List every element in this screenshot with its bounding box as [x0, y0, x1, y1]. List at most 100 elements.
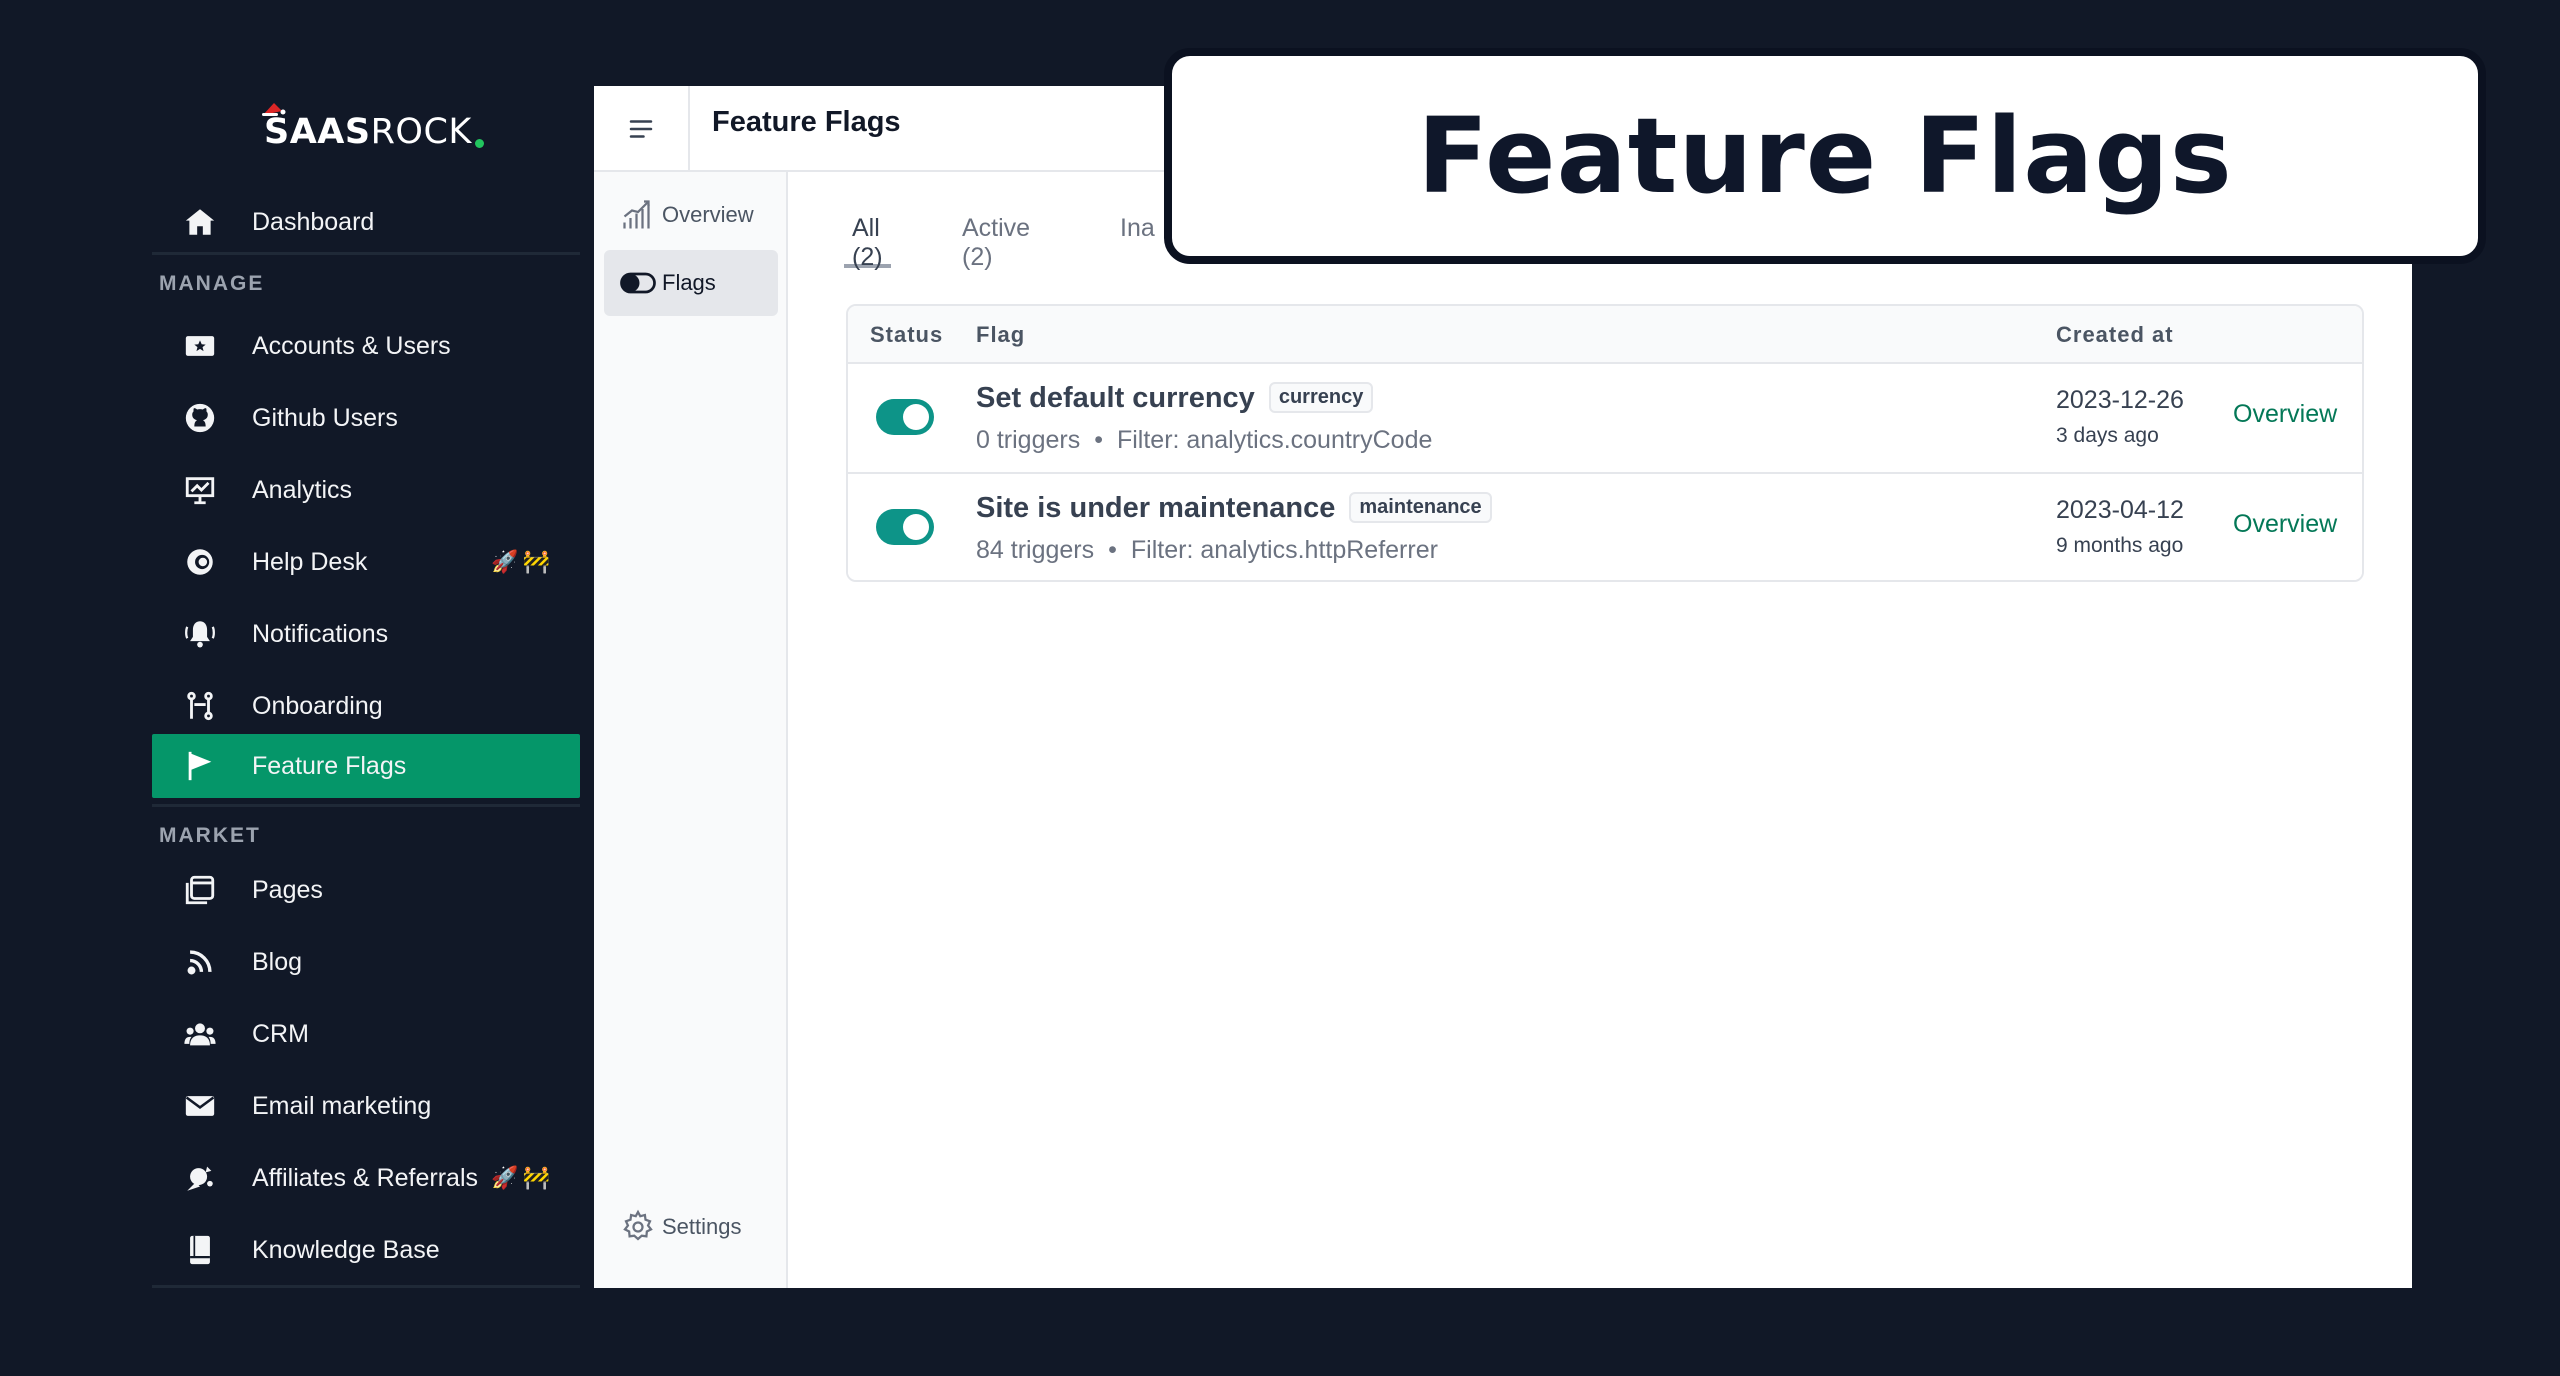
table-row: Set default currency currency 0 triggers •…: [848, 364, 2362, 472]
section-label-manage: MANAGE: [159, 272, 265, 295]
onboarding-flow-icon: [178, 684, 222, 728]
sidebar-item-label: Notifications: [252, 619, 389, 648]
sidebar-item-label: Github Users: [252, 403, 398, 432]
sidebar: SAAS ROCK Dashboard MANAGE Accounts & Us…: [152, 84, 580, 1288]
logo-bold-text: SAAS: [264, 112, 371, 152]
saasrock-logo[interactable]: SAAS ROCK: [262, 103, 484, 154]
sidebar-item-label: Affiliates & Referrals: [252, 1163, 479, 1192]
flag-enabled-toggle[interactable]: [876, 509, 934, 545]
sidebar-item-label: Pages: [252, 875, 323, 904]
created-relative: 9 months ago: [2056, 534, 2184, 557]
sidebar-divider: [152, 804, 580, 807]
flag-meta: 0 triggers • Filter: analytics.countryCode: [976, 426, 1432, 455]
wip-emoji-badge: 🚀🚧: [491, 549, 554, 574]
flag-icon: [178, 744, 222, 788]
sidebar-item-onboarding[interactable]: Onboarding: [152, 674, 580, 738]
flag-name: Set default currency: [976, 382, 1255, 414]
section-label-market: MARKET: [159, 824, 261, 847]
sidebar-item-knowledge-base[interactable]: Knowledge Base: [152, 1218, 580, 1282]
flag-enabled-toggle[interactable]: [876, 399, 934, 435]
help-desk-icon: [178, 540, 222, 584]
flag-filter: Filter: analytics.httpReferrer: [1130, 536, 1438, 564]
column-header-status: Status: [870, 322, 944, 347]
sidebar-item-feature-flags[interactable]: Feature Flags: [152, 734, 580, 798]
trigger-count: 0 triggers: [976, 426, 1081, 454]
overlay-title: Feature Flags: [1417, 95, 2233, 217]
tab-all[interactable]: All (2): [844, 214, 891, 271]
column-header-flag: Flag: [976, 322, 1026, 347]
wip-emoji-badge: 🚀🚧: [491, 1165, 554, 1190]
subnav-item-label: Flags: [662, 270, 716, 295]
flag-meta: 84 triggers • Filter: analytics.httpReferr…: [976, 536, 1438, 565]
book-icon: [178, 1228, 222, 1272]
hamburger-menu-icon: [629, 120, 653, 138]
santa-hat-icon: [262, 103, 286, 116]
rss-icon: [178, 940, 222, 984]
home-icon: [178, 200, 222, 244]
toggle-knob: [903, 404, 929, 430]
table-row: Site is under maintenance maintenance 84 …: [848, 472, 2362, 580]
envelope-icon: [178, 1084, 222, 1128]
github-icon: [178, 396, 222, 440]
sidebar-item-label: Dashboard: [252, 207, 375, 236]
users-group-icon: [178, 1012, 222, 1056]
table-header: Status Flag Created at: [848, 306, 2362, 364]
sidebar-item-notifications[interactable]: Notifications: [152, 602, 580, 666]
sidebar-item-label: Feature Flags: [252, 751, 407, 780]
page-title: Feature Flags: [712, 106, 901, 138]
subnav-item-label: Overview: [662, 202, 754, 227]
sidebar-item-label: Analytics: [252, 475, 353, 504]
sidebar-item-label: Blog: [252, 947, 303, 976]
sidebar-item-analytics[interactable]: Analytics: [152, 458, 580, 522]
tab-inactive[interactable]: Ina: [1112, 214, 1163, 268]
subnav-item-label: Settings: [662, 1214, 742, 1239]
flag-name: Site is under maintenance: [976, 492, 1336, 524]
flag-key-badge: currency: [1268, 382, 1374, 413]
created-date: 2023-12-26: [2056, 386, 2184, 414]
sidebar-item-pages[interactable]: Pages: [152, 858, 580, 922]
sidebar-item-label: Help Desk: [252, 547, 368, 576]
logo-regular-text: ROCK: [370, 112, 472, 152]
sidebar-divider: [152, 252, 580, 255]
trigger-count: 84 triggers: [976, 536, 1095, 564]
sidebar-item-dashboard[interactable]: Dashboard: [152, 190, 580, 254]
column-header-created: Created at: [2056, 322, 2174, 347]
subnav-item-settings[interactable]: Settings: [604, 1194, 778, 1260]
sidebar-item-label: CRM: [252, 1019, 309, 1048]
created-date: 2023-04-12: [2056, 496, 2184, 524]
sidebar-item-label: Email marketing: [252, 1091, 432, 1120]
sidebar-item-blog[interactable]: Blog: [152, 930, 580, 994]
sidebar-item-help-desk[interactable]: Help Desk 🚀🚧: [152, 530, 580, 594]
subnav-item-flags[interactable]: Flags: [604, 250, 778, 316]
sidebar-item-label: Onboarding: [252, 691, 383, 720]
flags-table: Status Flag Created at Set default curre…: [846, 304, 2364, 582]
toggle-knob: [903, 514, 929, 540]
overview-link[interactable]: Overview: [2233, 510, 2337, 539]
sidebar-item-email-marketing[interactable]: Email marketing: [152, 1074, 580, 1138]
sidebar-item-affiliates-referrals[interactable]: Affiliates & Referrals 🚀🚧: [152, 1146, 580, 1210]
sidebar-item-accounts-users[interactable]: Accounts & Users: [152, 314, 580, 378]
bell-ringing-icon: [178, 612, 222, 656]
id-card-star-icon: [178, 324, 222, 368]
pages-icon: [178, 868, 222, 912]
sidebar-item-github-users[interactable]: Github Users: [152, 386, 580, 450]
meta-separator: •: [1108, 536, 1117, 564]
logo-dot: [474, 139, 484, 148]
flag-title[interactable]: Site is under maintenance maintenance: [976, 492, 1492, 525]
overlay-title-card: Feature Flags: [1164, 48, 2486, 264]
overview-link[interactable]: Overview: [2233, 400, 2337, 429]
gear-icon: [618, 1207, 658, 1247]
meta-separator: •: [1094, 426, 1103, 454]
toggle-icon: [618, 263, 658, 303]
feature-flags-subnav: Overview Flags Settings: [594, 172, 788, 1288]
sidebar-item-label: Knowledge Base: [252, 1235, 440, 1264]
subnav-item-overview[interactable]: Overview: [604, 182, 778, 248]
sidebar-item-crm[interactable]: CRM: [152, 1002, 580, 1066]
flag-key-badge: maintenance: [1349, 492, 1492, 523]
flag-title[interactable]: Set default currency currency: [976, 382, 1374, 415]
menu-toggle-button[interactable]: [594, 86, 690, 172]
tab-active[interactable]: Active (2): [954, 214, 1038, 271]
presentation-chart-icon: [178, 468, 222, 512]
affiliates-icon: [178, 1156, 222, 1200]
main-panel: Feature Flags Overview Flags Settings Al…: [594, 86, 2412, 1288]
